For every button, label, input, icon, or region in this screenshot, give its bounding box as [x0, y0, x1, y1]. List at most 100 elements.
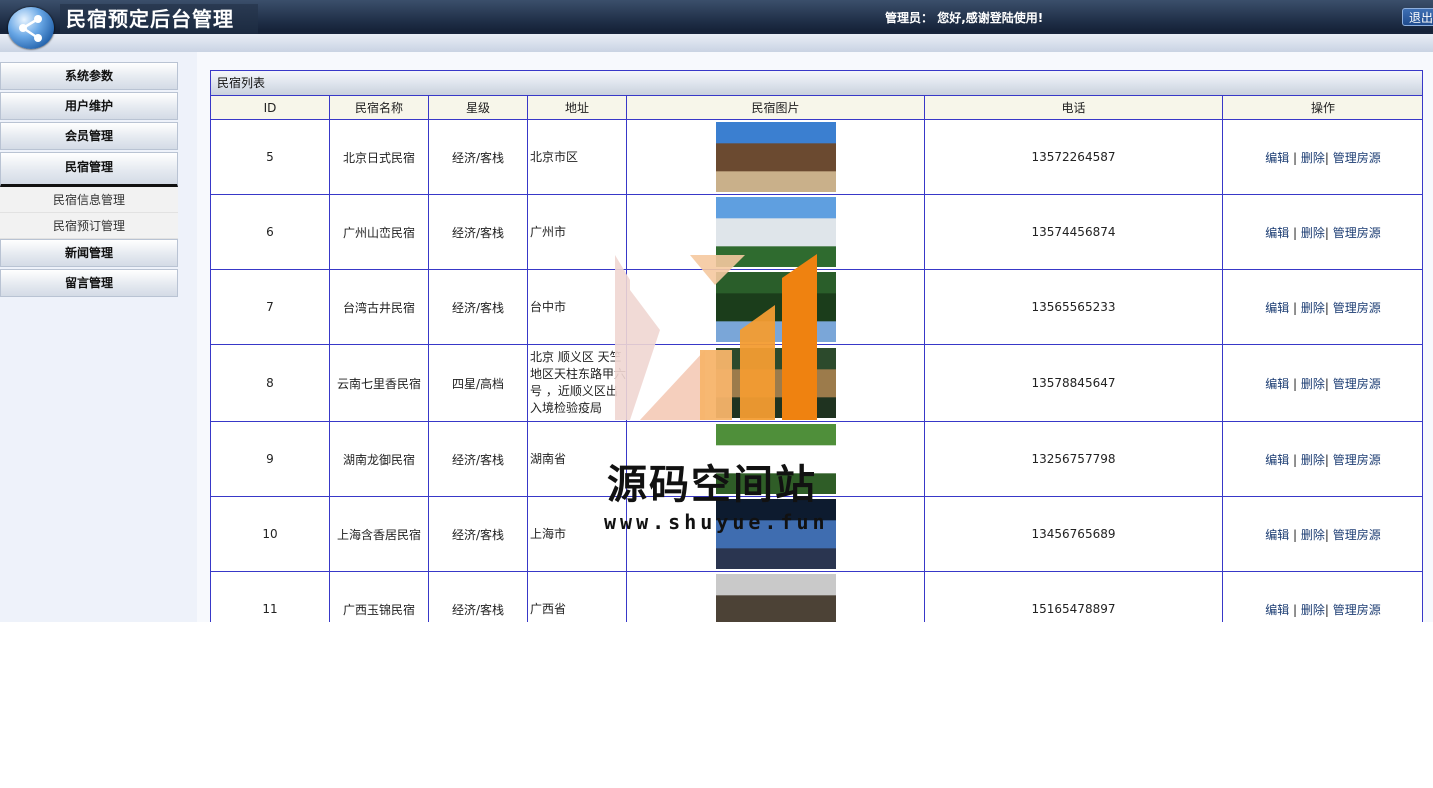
top-header: 民宿预定后台管理 管理员： 您好,感谢登陆使用! 退出 [0, 0, 1433, 52]
delete-link[interactable]: 删除 [1301, 453, 1325, 467]
cell-actions: 编辑 | 删除| 管理房源 [1222, 571, 1422, 622]
cell-phone: 13456765689 [924, 496, 1223, 572]
cell-image [626, 119, 925, 195]
edit-link[interactable]: 编辑 [1265, 603, 1289, 617]
menu-system-params[interactable]: 系统参数 [0, 62, 178, 90]
manage-rooms-link[interactable]: 管理房源 [1333, 226, 1381, 240]
action-separator: | [1293, 225, 1298, 240]
homestay-photo [715, 574, 836, 622]
table-header-row: ID 民宿名称 星级 地址 民宿图片 电话 操作 [211, 95, 1422, 120]
cell-phone: 13574456874 [924, 194, 1223, 270]
watermark-url: www.shuyue.fun [604, 510, 829, 534]
action-separator: | [1293, 300, 1298, 315]
delete-link[interactable]: 删除 [1301, 377, 1325, 391]
watermark-text: 源码空间站 [607, 462, 817, 508]
col-star: 星级 [428, 95, 528, 120]
cell-star: 经济/客栈 [428, 571, 528, 622]
delete-link[interactable]: 删除 [1301, 151, 1325, 165]
cell-star: 经济/客栈 [428, 119, 528, 195]
cell-id: 6 [211, 194, 330, 270]
cell-actions: 编辑 | 删除| 管理房源 [1222, 269, 1422, 345]
cell-name: 广州山峦民宿 [329, 194, 429, 270]
cell-name: 北京日式民宿 [329, 119, 429, 195]
cell-name: 台湾古井民宿 [329, 269, 429, 345]
edit-link[interactable]: 编辑 [1265, 453, 1289, 467]
greeting-text: 您好,感谢登陆使用! [937, 11, 1044, 25]
manage-rooms-link[interactable]: 管理房源 [1333, 151, 1381, 165]
cell-star: 经济/客栈 [428, 194, 528, 270]
col-phone: 电话 [924, 95, 1223, 120]
cell-id: 11 [211, 571, 330, 622]
submenu-homestay-info[interactable]: 民宿信息管理 [0, 187, 178, 213]
cell-phone: 13572264587 [924, 119, 1223, 195]
cell-name: 湖南龙御民宿 [329, 421, 429, 497]
cell-phone: 13565565233 [924, 269, 1223, 345]
cell-address: 北京市区 [527, 119, 627, 195]
app-title: 民宿预定后台管理 [60, 4, 258, 34]
action-separator: | [1324, 452, 1329, 467]
logo-icon [8, 7, 54, 49]
cell-actions: 编辑 | 删除| 管理房源 [1222, 421, 1422, 497]
cell-actions: 编辑 | 删除| 管理房源 [1222, 344, 1422, 422]
col-name: 民宿名称 [329, 95, 429, 120]
homestay-photo [715, 122, 836, 192]
cell-id: 10 [211, 496, 330, 572]
cell-id: 7 [211, 269, 330, 345]
table-row: 5 北京日式民宿 经济/客栈 北京市区 13572264587 编辑 | 删除| 管理房源 [211, 119, 1422, 195]
menu-news-management[interactable]: 新闻管理 [0, 239, 178, 267]
action-separator: | [1324, 376, 1329, 391]
menu-user-maintenance[interactable]: 用户维护 [0, 92, 178, 120]
cell-star: 经济/客栈 [428, 496, 528, 572]
delete-link[interactable]: 删除 [1301, 301, 1325, 315]
delete-link[interactable]: 删除 [1301, 226, 1325, 240]
delete-link[interactable]: 删除 [1301, 528, 1325, 542]
action-separator: | [1324, 527, 1329, 542]
cell-id: 8 [211, 344, 330, 422]
cell-actions: 编辑 | 删除| 管理房源 [1222, 496, 1422, 572]
menu-homestay-management[interactable]: 民宿管理 [0, 152, 178, 187]
action-separator: | [1324, 225, 1329, 240]
submenu-homestay-booking[interactable]: 民宿预订管理 [0, 213, 178, 239]
edit-link[interactable]: 编辑 [1265, 301, 1289, 315]
manage-rooms-link[interactable]: 管理房源 [1333, 528, 1381, 542]
col-actions: 操作 [1222, 95, 1422, 120]
action-separator: | [1324, 602, 1329, 617]
cell-address: 广西省 [527, 571, 627, 622]
action-separator: | [1293, 150, 1298, 165]
action-separator: | [1324, 150, 1329, 165]
manage-rooms-link[interactable]: 管理房源 [1333, 377, 1381, 391]
edit-link[interactable]: 编辑 [1265, 226, 1289, 240]
table-row: 11 广西玉锦民宿 经济/客栈 广西省 15165478897 编辑 | 删除| 管理房源 [211, 571, 1422, 622]
admin-label: 管理员： [885, 11, 934, 25]
cell-phone: 13256757798 [924, 421, 1223, 497]
menu-message-management[interactable]: 留言管理 [0, 269, 178, 297]
delete-link[interactable]: 删除 [1301, 603, 1325, 617]
action-separator: | [1293, 602, 1298, 617]
admin-greeting: 管理员： 您好,感谢登陆使用! [885, 9, 1043, 26]
manage-rooms-link[interactable]: 管理房源 [1333, 603, 1381, 617]
cell-star: 经济/客栈 [428, 269, 528, 345]
cell-star: 经济/客栈 [428, 421, 528, 497]
action-separator: | [1293, 452, 1298, 467]
cell-actions: 编辑 | 删除| 管理房源 [1222, 194, 1422, 270]
menu-member-management[interactable]: 会员管理 [0, 122, 178, 150]
cell-name: 云南七里香民宿 [329, 344, 429, 422]
action-separator: | [1324, 300, 1329, 315]
manage-rooms-link[interactable]: 管理房源 [1333, 453, 1381, 467]
action-separator: | [1293, 376, 1298, 391]
edit-link[interactable]: 编辑 [1265, 528, 1289, 542]
cell-id: 5 [211, 119, 330, 195]
edit-link[interactable]: 编辑 [1265, 377, 1289, 391]
cell-id: 9 [211, 421, 330, 497]
cell-image [626, 571, 925, 622]
manage-rooms-link[interactable]: 管理房源 [1333, 301, 1381, 315]
header-strip [0, 34, 1433, 52]
cell-phone: 13578845647 [924, 344, 1223, 422]
col-id: ID [211, 95, 330, 120]
cell-name: 广西玉锦民宿 [329, 571, 429, 622]
logout-button[interactable]: 退出 [1402, 8, 1433, 26]
edit-link[interactable]: 编辑 [1265, 151, 1289, 165]
action-separator: | [1293, 527, 1298, 542]
cell-actions: 编辑 | 删除| 管理房源 [1222, 119, 1422, 195]
cell-star: 四星/高档 [428, 344, 528, 422]
